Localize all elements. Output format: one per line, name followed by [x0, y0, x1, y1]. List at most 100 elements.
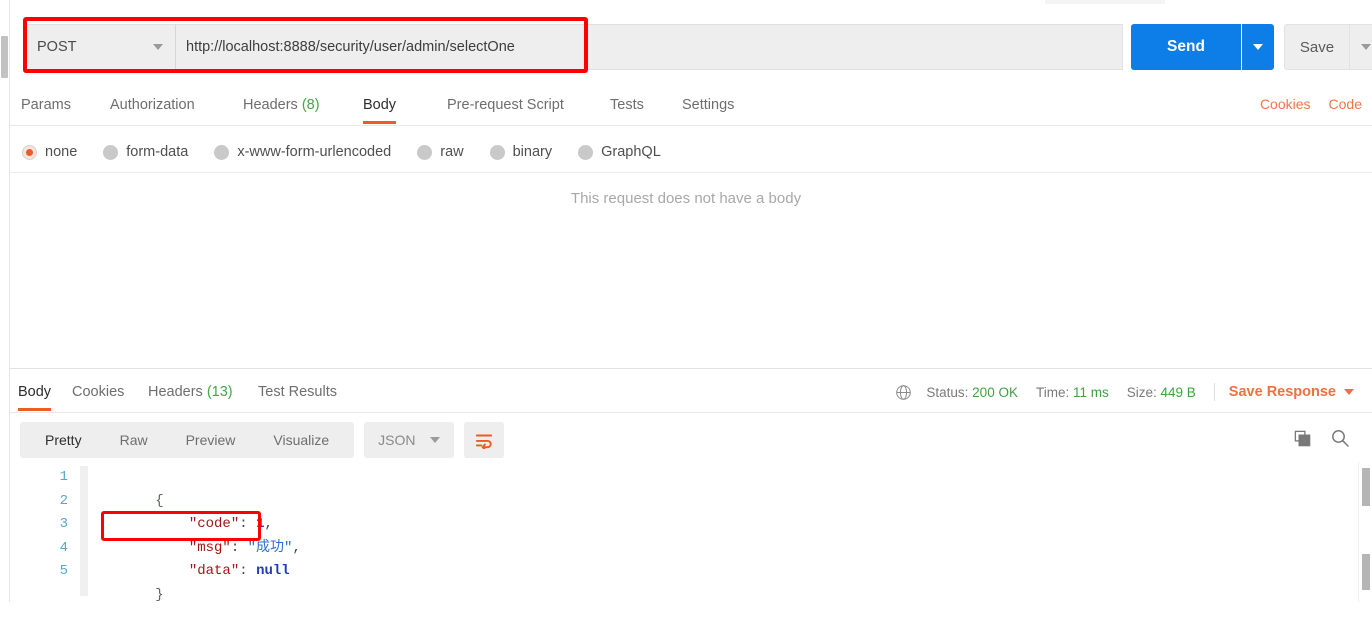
response-tab-test-results[interactable]: Test Results [258, 375, 337, 409]
json-key-data: "data" [188, 563, 240, 579]
save-response-label: Save Response [1228, 384, 1336, 400]
tab-headers[interactable]: Headers (8) [243, 88, 320, 122]
json-line-1: { [88, 466, 301, 509]
view-mode-pretty[interactable]: Pretty [26, 422, 101, 458]
word-wrap-button[interactable] [463, 422, 504, 458]
line-number: 3 [59, 516, 68, 532]
save-options-button[interactable] [1350, 24, 1372, 70]
radio-x-www-form-urlencoded[interactable]: x-www-form-urlencoded [214, 144, 391, 160]
format-label: JSON [378, 432, 416, 448]
code-link[interactable]: Code [1329, 96, 1362, 112]
json-value-msg: "成功" [247, 539, 293, 556]
time-meta: Time: 11 ms [1036, 385, 1109, 400]
chevron-down-icon [1360, 44, 1371, 50]
sidebar-scrollbar-thumb[interactable] [1, 36, 8, 78]
radio-form-data[interactable]: form-data [103, 144, 188, 160]
tab-label: Tests [610, 97, 644, 113]
http-method-label: POST [37, 39, 77, 55]
json-close-brace: } [155, 586, 164, 603]
response-headers-count-badge: (13) [206, 384, 233, 400]
tab-label: Headers [243, 97, 298, 113]
send-options-button[interactable] [1242, 24, 1274, 70]
url-text: http://localhost:8888/security/user/admi… [186, 39, 515, 55]
response-meta: Status: 200 OK Time: 11 ms Size: 449 B S… [895, 383, 1354, 401]
radio-raw[interactable]: raw [417, 144, 464, 160]
chevron-down-icon [1344, 389, 1354, 395]
size-label: Size: [1126, 384, 1157, 400]
headers-count-badge: (8) [301, 97, 320, 113]
body-type-radio-group: none form-data x-www-form-urlencoded raw… [22, 138, 687, 166]
radio-none[interactable]: none [22, 144, 77, 160]
send-button[interactable]: Send [1131, 24, 1241, 70]
save-button[interactable]: Save [1284, 24, 1350, 70]
search-icon[interactable] [1330, 428, 1350, 453]
active-tab-underline [363, 121, 397, 124]
body-type-divider [10, 172, 1372, 173]
json-code: { "code": 1, "msg": "成功", "data": null } [88, 466, 301, 603]
response-tab-headers[interactable]: Headers (13) [148, 375, 233, 409]
empty-body-message: This request does not have a body [570, 190, 802, 207]
radio-unselected-icon [489, 144, 505, 160]
radio-label: none [45, 144, 78, 160]
scrollbar-thumb-top[interactable] [1362, 468, 1370, 506]
tab-label: Test Results [258, 384, 337, 400]
status-value: 200 OK [972, 384, 1018, 400]
line-number: 5 [59, 563, 68, 579]
response-tab-cookies[interactable]: Cookies [72, 375, 124, 409]
request-tabs-divider [10, 125, 1372, 126]
copy-icon[interactable] [1293, 429, 1312, 453]
sidebar-edge [0, 0, 10, 602]
radio-label: x-www-form-urlencoded [237, 144, 392, 160]
tab-authorization[interactable]: Authorization [110, 88, 195, 122]
response-scrollbar[interactable] [1358, 462, 1372, 602]
radio-selected-icon [22, 144, 37, 160]
tab-label: Body [18, 384, 52, 400]
response-separator [10, 368, 1372, 369]
cookies-link[interactable]: Cookies [1260, 96, 1311, 112]
tab-label: Headers [148, 384, 203, 400]
chevron-down-icon [153, 44, 163, 50]
url-input[interactable]: http://localhost:8888/security/user/admi… [176, 24, 1123, 70]
response-tabs: Body Cookies Headers (13) Test Results S… [10, 375, 1362, 411]
tab-params[interactable]: Params [21, 88, 71, 122]
response-tab-body[interactable]: Body [18, 375, 52, 411]
radio-unselected-icon [214, 144, 230, 160]
chevron-down-icon [429, 437, 440, 443]
format-dropdown[interactable]: JSON [364, 422, 454, 458]
scrollbar-thumb-bottom[interactable] [1362, 554, 1370, 590]
tab-label: Params [21, 97, 71, 113]
request-tabs: Params Authorization Headers (8) Body Pr… [10, 88, 1362, 126]
tab-pre-request-script[interactable]: Pre-request Script [447, 88, 564, 122]
request-right-links: Cookies Code [1260, 96, 1362, 112]
line-number: 1 [59, 469, 68, 485]
json-key-code: "code" [188, 516, 240, 532]
json-key-msg: "msg" [188, 539, 231, 556]
tab-tests[interactable]: Tests [610, 88, 644, 122]
size-value: 449 B [1160, 384, 1196, 400]
time-value: 11 ms [1072, 384, 1109, 400]
http-method-dropdown[interactable]: POST [24, 24, 176, 70]
save-response-button[interactable]: Save Response [1229, 384, 1354, 400]
view-mode-preview[interactable]: Preview [167, 422, 255, 458]
view-mode-visualize[interactable]: Visualize [254, 422, 348, 458]
view-mode-raw[interactable]: Raw [101, 422, 167, 458]
json-comma: , [292, 539, 301, 556]
request-url-bar: POST http://localhost:8888/security/user… [10, 18, 1372, 74]
json-colon: : [230, 539, 248, 556]
tab-body[interactable]: Body [363, 88, 397, 124]
radio-binary[interactable]: binary [489, 144, 552, 160]
radio-label: raw [440, 144, 464, 160]
line-number: 2 [59, 492, 68, 509]
response-body-json-viewer[interactable]: 1 2 3 4 5 { "code": 1, "msg": "成功", "dat… [10, 466, 1350, 603]
tab-settings[interactable]: Settings [682, 88, 734, 122]
tab-label: Cookies [72, 384, 125, 400]
radio-unselected-icon [417, 144, 433, 160]
line-number: 4 [59, 539, 68, 556]
json-colon: : [239, 516, 257, 532]
chevron-down-icon [1253, 44, 1263, 50]
radio-graphql[interactable]: GraphQL [578, 144, 661, 160]
meta-divider [1213, 383, 1215, 401]
